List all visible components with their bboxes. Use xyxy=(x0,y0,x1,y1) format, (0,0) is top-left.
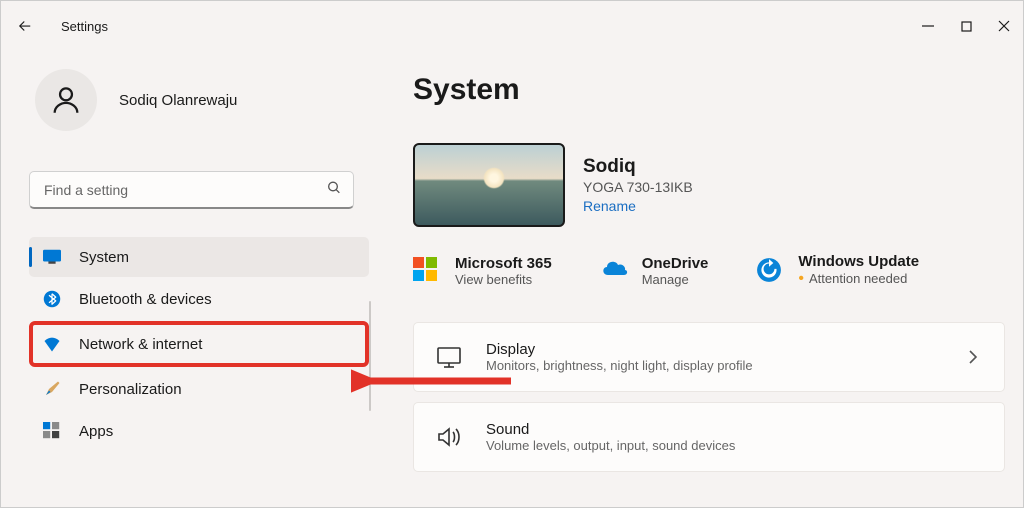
scrollbar[interactable] xyxy=(369,301,371,411)
ms365-card[interactable]: Microsoft 365 View benefits xyxy=(413,253,552,288)
nav-apps[interactable]: Apps xyxy=(29,411,369,451)
profile-name: Sodiq Olanrewaju xyxy=(119,92,237,109)
setting-sub: Volume levels, output, input, sound devi… xyxy=(486,438,982,453)
device-wallpaper-thumb[interactable] xyxy=(413,143,565,227)
window-title: Settings xyxy=(61,19,108,34)
nav-label: Apps xyxy=(79,423,113,440)
nav-label: Bluetooth & devices xyxy=(79,291,212,308)
search-icon xyxy=(326,180,342,201)
card-sub: View benefits xyxy=(455,272,552,287)
ms365-icon xyxy=(413,257,441,285)
chevron-right-icon xyxy=(968,350,982,364)
avatar xyxy=(35,69,97,131)
setting-sound[interactable]: Sound Volume levels, output, input, soun… xyxy=(413,402,1005,472)
card-title: OneDrive xyxy=(642,255,709,272)
card-title: Microsoft 365 xyxy=(455,255,552,272)
nav-personalization[interactable]: Personalization xyxy=(29,369,369,409)
page-title: System xyxy=(413,73,1005,107)
nav-bluetooth[interactable]: Bluetooth & devices xyxy=(29,279,369,319)
search-field[interactable] xyxy=(29,171,354,209)
system-icon xyxy=(43,248,61,266)
card-sub: Attention needed xyxy=(798,270,919,288)
titlebar: Settings xyxy=(1,1,1023,51)
apps-icon xyxy=(43,422,61,440)
setting-sub: Monitors, brightness, night light, displ… xyxy=(486,358,944,373)
windows-update-card[interactable]: Windows Update Attention needed xyxy=(756,253,919,288)
nav-label: Network & internet xyxy=(79,336,202,353)
window-controls xyxy=(921,19,1011,33)
onedrive-icon xyxy=(600,257,628,285)
maximize-button[interactable] xyxy=(959,19,973,33)
device-model: YOGA 730-13IKB xyxy=(583,179,693,195)
main-content: System Sodiq YOGA 730-13IKB Rename Micro… xyxy=(371,51,1023,507)
sound-icon xyxy=(436,424,462,450)
search-input[interactable] xyxy=(29,171,354,209)
onedrive-card[interactable]: OneDrive Manage xyxy=(600,253,709,288)
rename-link[interactable]: Rename xyxy=(583,198,693,214)
settings-list: Display Monitors, brightness, night ligh… xyxy=(413,322,1005,472)
wifi-icon xyxy=(43,335,61,353)
bluetooth-icon xyxy=(43,290,61,308)
nav-system[interactable]: System xyxy=(29,237,369,277)
nav-label: Personalization xyxy=(79,381,182,398)
device-name: Sodiq xyxy=(583,156,693,178)
card-sub: Manage xyxy=(642,272,709,287)
setting-display[interactable]: Display Monitors, brightness, night ligh… xyxy=(413,322,1005,392)
back-button[interactable] xyxy=(13,14,37,38)
status-cards: Microsoft 365 View benefits OneDrive Man… xyxy=(413,253,1005,288)
brush-icon xyxy=(43,380,61,398)
nav-label: System xyxy=(79,249,129,266)
card-title: Windows Update xyxy=(798,253,919,270)
device-card: Sodiq YOGA 730-13IKB Rename xyxy=(413,143,1005,227)
nav: System Bluetooth & devices Network & int… xyxy=(29,237,353,451)
setting-title: Sound xyxy=(486,421,982,438)
sidebar: Sodiq Olanrewaju System Bluetooth & devi… xyxy=(1,51,371,507)
profile[interactable]: Sodiq Olanrewaju xyxy=(29,69,353,131)
update-icon xyxy=(756,257,784,285)
minimize-button[interactable] xyxy=(921,19,935,33)
display-icon xyxy=(436,344,462,370)
close-button[interactable] xyxy=(997,19,1011,33)
nav-network[interactable]: Network & internet xyxy=(29,321,369,367)
setting-title: Display xyxy=(486,341,944,358)
